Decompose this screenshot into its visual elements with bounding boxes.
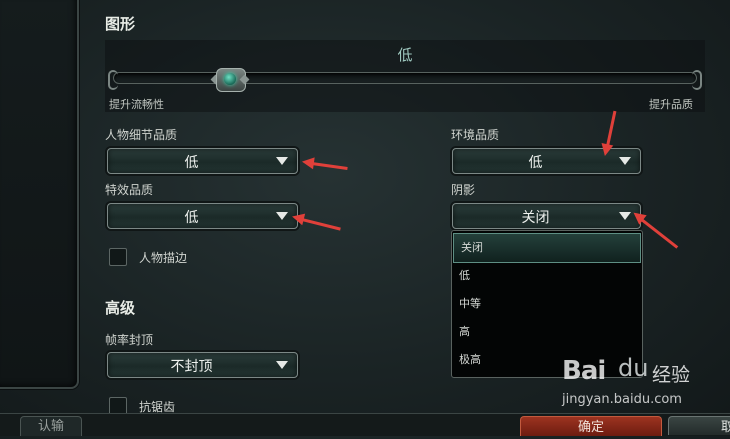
chevron-down-icon <box>276 361 288 369</box>
environment-value: 低 <box>528 155 543 171</box>
watermark-site-name: 经验 <box>652 364 691 386</box>
slider-track[interactable] <box>113 72 697 84</box>
annotation-arrow <box>311 162 348 170</box>
watermark-paw-icon: du <box>618 354 649 382</box>
environment-dropdown[interactable]: 低 <box>452 148 641 174</box>
character-detail-label: 人物细节品质 <box>105 128 178 142</box>
framerate-label: 帧率封顶 <box>105 333 154 347</box>
slider-left-cap <box>108 70 118 90</box>
graphics-quality-slider[interactable]: 低 提升流畅性 提升品质 <box>105 40 705 112</box>
effects-value: 低 <box>184 210 199 226</box>
baidu-jingyan-watermark: Bai du 经验 jingyan.baidu.com <box>560 352 725 414</box>
annotation-arrow <box>301 218 341 231</box>
slider-max-label: 提升品质 <box>649 98 693 111</box>
menu-option-high[interactable]: 高 <box>452 318 642 346</box>
section-title-advanced: 高级 <box>105 299 136 317</box>
effects-dropdown[interactable]: 低 <box>107 203 298 229</box>
watermark-url: jingyan.baidu.com <box>562 392 682 407</box>
slider-value-label: 低 <box>397 46 413 64</box>
outline-checkbox-label: 人物描边 <box>139 251 188 265</box>
section-title-graphics: 图形 <box>105 15 136 33</box>
character-detail-dropdown[interactable]: 低 <box>107 148 298 174</box>
left-panel <box>0 0 79 389</box>
chevron-down-icon <box>619 157 631 165</box>
framerate-value: 不封顶 <box>170 359 213 375</box>
shadow-dropdown[interactable]: 关闭 <box>452 203 641 229</box>
effects-label: 特效品质 <box>105 183 154 197</box>
environment-label: 环境品质 <box>451 128 500 142</box>
annotation-arrow <box>640 218 679 249</box>
slider-knob[interactable] <box>210 68 250 92</box>
menu-option-medium[interactable]: 中等 <box>452 290 642 318</box>
shadow-value: 关闭 <box>521 210 550 226</box>
knob-gem-icon <box>223 73 236 85</box>
framerate-dropdown[interactable]: 不封顶 <box>107 352 298 378</box>
menu-option-low[interactable]: 低 <box>452 262 642 290</box>
menu-option-off[interactable]: 关闭 <box>453 233 641 263</box>
outline-checkbox[interactable] <box>109 248 127 266</box>
chevron-down-icon <box>276 157 288 165</box>
watermark-logo: Bai <box>562 356 606 386</box>
annotation-arrow <box>606 110 617 147</box>
chevron-down-icon <box>276 212 288 220</box>
cancel-button[interactable]: 取 <box>668 416 730 435</box>
slider-min-label: 提升流畅性 <box>109 98 164 111</box>
slider-right-cap <box>692 70 702 90</box>
shadow-label: 阴影 <box>451 183 476 197</box>
surrender-tab[interactable]: 认输 <box>20 416 82 436</box>
confirm-button[interactable]: 确定 <box>520 416 662 436</box>
character-detail-value: 低 <box>184 155 199 171</box>
